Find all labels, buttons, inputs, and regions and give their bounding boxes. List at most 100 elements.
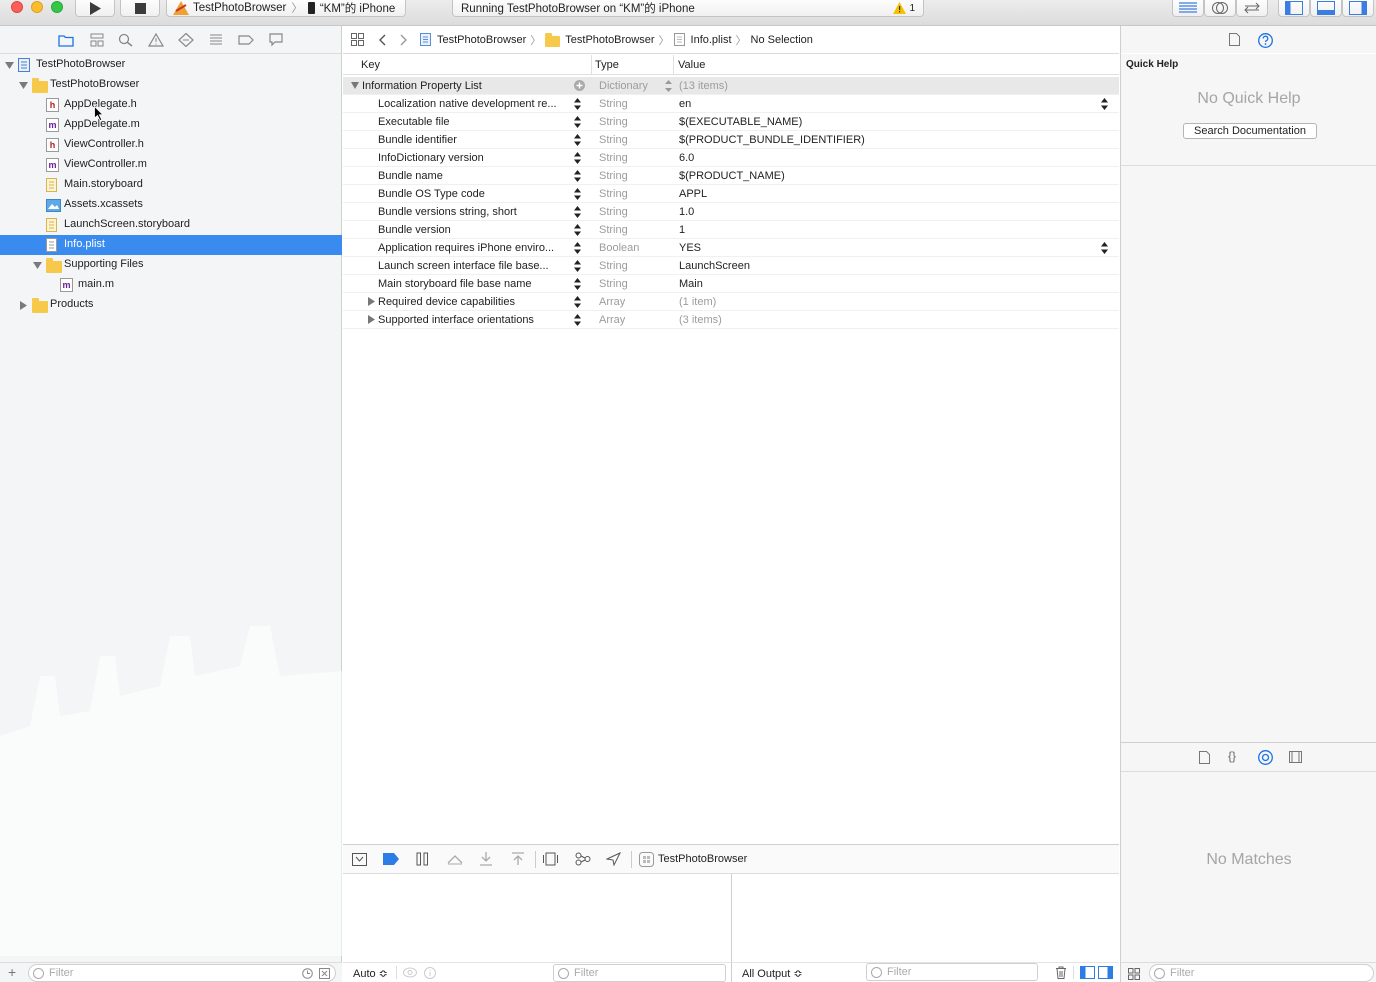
key-stepper-icon[interactable]	[574, 260, 581, 272]
memory-graph-icon[interactable]	[575, 852, 591, 866]
zoom-window-button[interactable]	[51, 1, 63, 13]
file-tree-row[interactable]: Assets.xcassets	[0, 195, 342, 215]
plist-type[interactable]: String	[599, 134, 628, 146]
disclosure-closed-icon[interactable]	[19, 301, 28, 310]
plist-type[interactable]: String	[599, 116, 628, 128]
disclosure-closed-icon[interactable]	[368, 315, 375, 324]
value-popup-icon[interactable]	[1101, 98, 1108, 110]
file-tree-row[interactable]: m AppDelegate.m	[0, 115, 342, 135]
key-stepper-icon[interactable]	[574, 134, 581, 146]
add-file-icon[interactable]: +	[8, 964, 16, 980]
breakpoint-icon[interactable]	[238, 33, 254, 47]
plist-row[interactable]: Bundle identifier String $(PRODUCT_BUNDLE_…	[343, 131, 1119, 149]
object-library-icon[interactable]	[1258, 750, 1273, 765]
file-tree-row[interactable]: TestPhotoBrowser	[0, 55, 342, 75]
breakpoints-active-icon[interactable]	[383, 853, 399, 865]
plist-type[interactable]: String	[599, 260, 628, 272]
plist-value[interactable]: LaunchScreen	[679, 260, 750, 272]
plist-type[interactable]: String	[599, 278, 628, 290]
report-bubble-icon[interactable]	[268, 33, 284, 47]
plist-row[interactable]: InfoDictionary version String 6.0	[343, 149, 1119, 167]
key-stepper-icon[interactable]	[574, 296, 581, 308]
file-tree-row[interactable]: h ViewController.h	[0, 135, 342, 155]
recent-clock-icon[interactable]	[302, 968, 313, 979]
plist-type[interactable]: String	[599, 224, 628, 236]
media-library-icon[interactable]	[1289, 751, 1302, 763]
plist-value[interactable]: $(PRODUCT_BUNDLE_IDENTIFIER)	[679, 134, 865, 146]
plist-row[interactable]: Executable file String $(EXECUTABLE_NAME)	[343, 113, 1119, 131]
disclosure-open-icon[interactable]	[33, 261, 42, 270]
plist-type[interactable]: String	[599, 170, 628, 182]
run-button[interactable]	[75, 0, 115, 17]
disclosure-open-icon[interactable]	[351, 82, 359, 89]
key-stepper-icon[interactable]	[574, 278, 581, 290]
plist-value[interactable]: (3 items)	[679, 314, 722, 326]
key-stepper-icon[interactable]	[574, 98, 581, 110]
scheme-selector[interactable]: TestPhotoBrowser 〉 “KM”的 iPhone	[166, 0, 406, 17]
view-hierarchy-icon[interactable]	[543, 852, 558, 866]
plist-key[interactable]: Bundle versions string, short	[378, 206, 573, 218]
related-items-grid-icon[interactable]	[351, 33, 364, 46]
console-output-popup[interactable]: All Output ≎	[742, 967, 803, 980]
plist-row[interactable]: Supported interface orientations Array (3 …	[343, 311, 1119, 329]
step-out-icon[interactable]	[511, 852, 525, 866]
info-icon[interactable]	[424, 967, 436, 979]
show-variables-view-icon[interactable]	[1080, 966, 1095, 979]
plist-key[interactable]: Localization native development re...	[378, 98, 573, 110]
plist-value[interactable]: YES	[679, 242, 701, 254]
plist-type[interactable]: String	[599, 152, 628, 164]
navigator-filter-input[interactable]: Filter	[28, 964, 336, 982]
key-stepper-icon[interactable]	[574, 170, 581, 182]
minimize-window-button[interactable]	[31, 1, 43, 13]
toggle-navigator-button[interactable]	[1278, 0, 1310, 17]
key-stepper-icon[interactable]	[574, 152, 581, 164]
debug-process-name[interactable]: TestPhotoBrowser	[658, 853, 747, 865]
file-inspector-icon[interactable]	[1229, 33, 1240, 46]
add-row-icon[interactable]	[574, 80, 585, 91]
close-window-button[interactable]	[11, 1, 23, 13]
type-stepper-icon[interactable]	[665, 80, 672, 92]
disclosure-closed-icon[interactable]	[368, 297, 375, 306]
standard-editor-button[interactable]	[1172, 0, 1204, 17]
file-tree-row[interactable]: m main.m	[0, 275, 342, 295]
plist-key[interactable]: InfoDictionary version	[378, 152, 573, 164]
plist-row[interactable]: Bundle version String 1	[343, 221, 1119, 239]
type-column-header[interactable]: Type	[595, 59, 619, 71]
search-documentation-button[interactable]: Search Documentation	[1183, 123, 1317, 139]
key-stepper-icon[interactable]	[574, 242, 581, 254]
stop-button[interactable]	[120, 0, 160, 17]
key-stepper-icon[interactable]	[574, 188, 581, 200]
plist-key[interactable]: Bundle OS Type code	[378, 188, 573, 200]
plist-type[interactable]: String	[599, 188, 628, 200]
step-into-icon[interactable]	[479, 852, 493, 866]
plist-key[interactable]: Main storyboard file base name	[378, 278, 573, 290]
grid-view-icon[interactable]	[1128, 968, 1140, 980]
plist-key[interactable]: Bundle name	[378, 170, 573, 182]
disclosure-open-icon[interactable]	[5, 61, 14, 70]
key-stepper-icon[interactable]	[574, 116, 581, 128]
key-stepper-icon[interactable]	[574, 206, 581, 218]
plist-type[interactable]: Array	[599, 314, 625, 326]
file-tree-row[interactable]: TestPhotoBrowser	[0, 75, 342, 95]
file-template-icon[interactable]	[1199, 751, 1210, 764]
test-diamond-icon[interactable]	[178, 33, 194, 47]
show-console-view-icon[interactable]	[1098, 966, 1113, 979]
plist-key[interactable]: Executable file	[378, 116, 573, 128]
plist-type[interactable]: String	[599, 98, 628, 110]
find-icon[interactable]	[118, 33, 134, 47]
plist-value[interactable]: APPL	[679, 188, 707, 200]
key-stepper-icon[interactable]	[574, 224, 581, 236]
file-tree-row[interactable]: Supporting Files	[0, 255, 342, 275]
trash-icon[interactable]	[1055, 966, 1067, 979]
back-chevron-icon[interactable]	[378, 34, 386, 46]
breadcrumb-selection[interactable]: No Selection	[751, 34, 813, 46]
plist-key[interactable]: Required device capabilities	[378, 296, 573, 308]
scm-filter-icon[interactable]	[319, 968, 330, 979]
disclosure-open-icon[interactable]	[19, 81, 28, 90]
quick-look-eye-icon[interactable]	[403, 967, 417, 978]
console-filter-input[interactable]: Filter	[866, 963, 1038, 981]
toggle-debug-area-button[interactable]	[1310, 0, 1342, 17]
key-column-header[interactable]: Key	[361, 59, 380, 71]
plist-row[interactable]: Main storyboard file base name String Main	[343, 275, 1119, 293]
folder-icon[interactable]	[58, 33, 74, 47]
